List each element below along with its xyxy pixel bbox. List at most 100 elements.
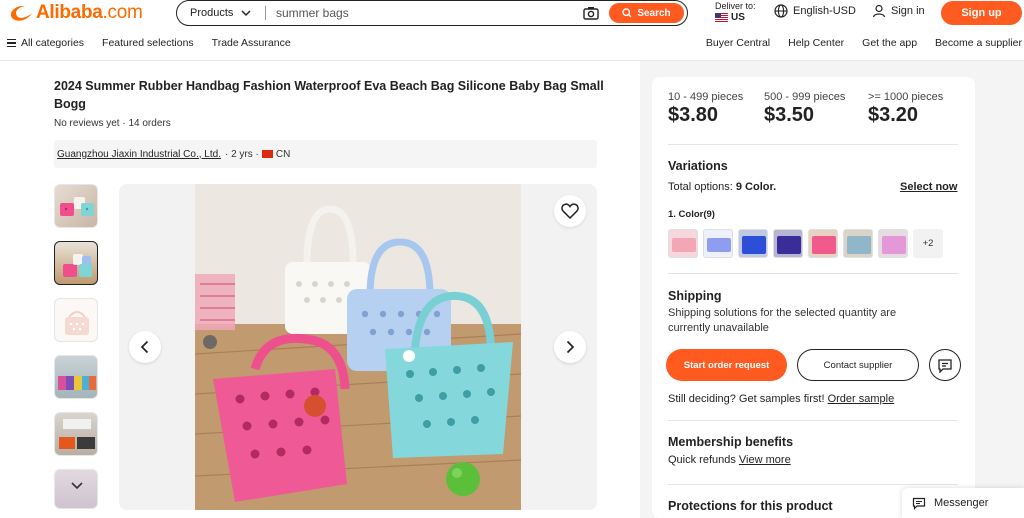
variations-title: Variations xyxy=(668,159,728,173)
protections-title: Protections for this product xyxy=(668,499,833,513)
supplier-years: · 2 yrs · xyxy=(224,148,259,160)
total-options-label: Total options: xyxy=(668,181,736,193)
nav-left: All categories Featured selections Trade… xyxy=(7,37,309,49)
samples-text: Still deciding? Get samples first! xyxy=(668,393,828,405)
thumbnail-3[interactable] xyxy=(54,298,98,342)
search-icon xyxy=(622,8,632,18)
color-swatch[interactable] xyxy=(878,229,908,258)
heart-icon xyxy=(561,203,579,219)
contact-supplier-button[interactable]: Contact supplier xyxy=(797,349,919,381)
price-tier-3: >= 1000 pieces $3.20 xyxy=(868,91,968,127)
chevron-left-icon xyxy=(140,340,149,354)
image-prev-button[interactable] xyxy=(129,331,161,363)
panel-divider xyxy=(668,273,958,274)
product-reviews: No reviews yet · 14 orders xyxy=(54,118,171,129)
nav-right: Buyer Central Help Center Get the app Be… xyxy=(688,37,1022,49)
search-button-label: Search xyxy=(637,7,671,19)
color-swatch[interactable] xyxy=(668,229,698,258)
sign-in-label: Sign in xyxy=(891,5,925,17)
nav-trade-assurance[interactable]: Trade Assurance xyxy=(212,37,291,49)
camera-search-icon[interactable] xyxy=(581,3,601,23)
sign-up-button[interactable]: Sign up xyxy=(941,1,1022,25)
tier-price: $3.50 xyxy=(764,104,815,126)
top-header: Alibaba.com Products Search Deliver to: … xyxy=(0,0,1024,28)
nav-all-categories-label: All categories xyxy=(21,37,85,49)
color-swatch[interactable] xyxy=(738,229,768,258)
search-category-select[interactable]: Products xyxy=(177,7,263,19)
membership-text: Quick refunds View more xyxy=(668,454,791,466)
membership-title: Membership benefits xyxy=(668,435,794,449)
deliver-to[interactable]: Deliver to: US xyxy=(715,1,756,23)
messenger-label: Messenger xyxy=(934,497,989,509)
favorite-button[interactable] xyxy=(554,195,586,227)
product-main-image[interactable] xyxy=(195,184,521,510)
search-divider xyxy=(265,6,266,20)
messenger-widget[interactable]: Messenger xyxy=(902,488,1024,518)
messenger-icon xyxy=(912,497,926,510)
language-label: English-USD xyxy=(793,5,856,17)
price-tier-2: 500 - 999 pieces $3.50 xyxy=(764,91,868,127)
nav-help-center[interactable]: Help Center xyxy=(788,37,844,49)
chat-icon xyxy=(938,358,952,373)
total-options-value: 9 Color. xyxy=(735,181,777,193)
color-swatch[interactable] xyxy=(703,229,733,258)
order-sample-link[interactable]: Order sample xyxy=(828,393,895,405)
color-swatches: +2 xyxy=(668,229,943,258)
nav-featured-selections[interactable]: Featured selections xyxy=(102,37,194,49)
price-tier-1: 10 - 499 pieces $3.80 xyxy=(668,91,768,127)
more-colors-button[interactable]: +2 xyxy=(913,229,943,258)
alibaba-logo[interactable]: Alibaba.com xyxy=(8,0,143,26)
thumbnail-5[interactable] xyxy=(54,412,98,456)
search-category-label: Products xyxy=(190,7,234,19)
tier-price: $3.20 xyxy=(868,104,919,126)
shipping-title: Shipping xyxy=(668,289,722,303)
nav-buyer-central[interactable]: Buyer Central xyxy=(706,37,770,49)
search-button[interactable]: Search xyxy=(609,3,684,23)
thumbnail-1[interactable] xyxy=(54,184,98,228)
product-title: 2024 Summer Rubber Handbag Fashion Water… xyxy=(54,79,604,111)
nav-get-the-app[interactable]: Get the app xyxy=(862,37,917,49)
thumbnail-6[interactable] xyxy=(54,469,98,509)
color-swatch[interactable] xyxy=(843,229,873,258)
total-options: Total options: 9 Color. xyxy=(668,181,776,193)
sign-in-link[interactable]: Sign in xyxy=(872,4,925,18)
color-swatch[interactable] xyxy=(808,229,838,258)
supplier-info: Guangzhou Jiaxin Industrial Co., Ltd. · … xyxy=(54,140,597,168)
us-flag-icon xyxy=(715,13,728,22)
chevron-down-icon xyxy=(71,482,83,490)
color-swatch[interactable] xyxy=(773,229,803,258)
menu-icon xyxy=(7,39,16,47)
thumbnails-scroll-down[interactable] xyxy=(55,470,97,508)
tier-range: 500 - 999 pieces xyxy=(764,91,846,103)
image-next-button[interactable] xyxy=(554,331,586,363)
chevron-down-icon xyxy=(241,9,251,16)
main-image-container xyxy=(119,184,597,510)
select-now-link[interactable]: Select now xyxy=(900,181,957,193)
category-nav: All categories Featured selections Trade… xyxy=(0,37,1024,53)
panel-divider xyxy=(668,420,958,421)
chat-button[interactable] xyxy=(929,349,961,381)
thumbnail-4[interactable] xyxy=(54,355,98,399)
cn-flag-icon xyxy=(261,150,273,158)
deliver-country: US xyxy=(715,12,756,23)
logo-wordmark: Alibaba.com xyxy=(36,2,143,23)
start-order-button[interactable]: Start order request xyxy=(666,349,787,381)
color-option-label: 1. Color(9) xyxy=(668,209,715,220)
search-input[interactable] xyxy=(276,6,581,20)
globe-icon xyxy=(774,4,788,18)
shipping-text: Shipping solutions for the selected quan… xyxy=(668,307,897,334)
view-more-link[interactable]: View more xyxy=(739,454,791,466)
nav-all-categories[interactable]: All categories xyxy=(7,37,84,49)
membership-benefit: Quick refunds xyxy=(668,454,739,466)
nav-become-supplier[interactable]: Become a supplier xyxy=(935,37,1022,49)
supplier-link[interactable]: Guangzhou Jiaxin Industrial Co., Ltd. xyxy=(57,149,221,160)
samples-prompt: Still deciding? Get samples first! Order… xyxy=(668,393,894,405)
panel-divider xyxy=(668,484,958,485)
search-bar: Products Search xyxy=(176,0,688,26)
language-selector[interactable]: English-USD xyxy=(774,4,856,18)
user-icon xyxy=(872,4,886,18)
thumbnail-list xyxy=(54,184,98,518)
thumbnail-2[interactable] xyxy=(54,241,98,285)
tier-range: >= 1000 pieces xyxy=(868,91,944,103)
supplier-meta: · 2 yrs · CN xyxy=(225,149,290,160)
